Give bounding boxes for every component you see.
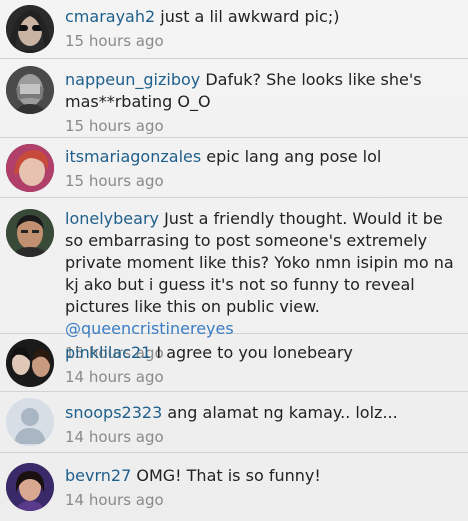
avatar[interactable]: [6, 66, 54, 114]
comments-list: cmarayah2 just a lil awkward pic;) 15 ho…: [0, 0, 468, 521]
avatar[interactable]: [6, 339, 54, 387]
comment-username[interactable]: itsmariagonzales: [65, 147, 201, 166]
comment-timestamp: 15 hours ago: [65, 172, 164, 190]
comment-item: pinklilac21 I agree to you lonebeary 14 …: [0, 334, 468, 392]
comment-timestamp: 15 hours ago: [65, 117, 164, 135]
avatar[interactable]: [6, 463, 54, 511]
avatar[interactable]: [6, 398, 54, 446]
comment-text: epic lang ang pose lol: [206, 147, 382, 166]
comment-item: cmarayah2 just a lil awkward pic;) 15 ho…: [0, 0, 468, 59]
comment-username[interactable]: lonelybeary: [65, 209, 159, 228]
comment-timestamp: 15 hours ago: [65, 32, 164, 50]
avatar[interactable]: [6, 5, 54, 53]
comment-item: itsmariagonzales epic lang ang pose lol …: [0, 138, 468, 198]
comment-username[interactable]: pinklilac21: [65, 343, 151, 362]
two-girls-avatar-icon: [6, 339, 54, 387]
comment-item: nappeun_giziboy Dafuk? She looks like sh…: [0, 59, 468, 138]
comment-timestamp: 14 hours ago: [65, 491, 164, 509]
comment-item: lonelybeary Just a friendly thought. Wou…: [0, 198, 468, 362]
comment-username[interactable]: bevrn27: [65, 466, 131, 485]
comment-username[interactable]: nappeun_giziboy: [65, 70, 200, 89]
avatar[interactable]: [6, 209, 54, 257]
man-portrait-avatar-icon: [6, 209, 54, 257]
comment-timestamp: 14 hours ago: [65, 368, 164, 386]
comment-username[interactable]: snoops2323: [65, 403, 162, 422]
comment-body: itsmariagonzales epic lang ang pose lol …: [65, 146, 458, 192]
comment-timestamp: 14 hours ago: [65, 428, 164, 446]
woman-with-sunglasses-avatar-icon: [6, 5, 54, 53]
comment-body: snoops2323 ang alamat ng kamay.. lolz...…: [65, 402, 458, 448]
default-user-avatar-icon: [6, 398, 54, 446]
comment-body: nappeun_giziboy Dafuk? She looks like sh…: [65, 69, 458, 137]
comment-item: snoops2323 ang alamat ng kamay.. lolz...…: [0, 392, 468, 453]
comment-text: just a lil awkward pic;): [160, 7, 340, 26]
girl-portrait-avatar-icon: [6, 463, 54, 511]
comment-item: bevrn27 OMG! That is so funny! 14 hours …: [0, 453, 468, 521]
avatar[interactable]: [6, 144, 54, 192]
comment-text: OMG! That is so funny!: [136, 466, 321, 485]
girl-with-red-hair-avatar-icon: [6, 144, 54, 192]
man-covering-face-avatar-icon: [6, 66, 54, 114]
comment-text: ang alamat ng kamay.. lolz...: [167, 403, 398, 422]
comment-text: I agree to you lonebeary: [156, 343, 353, 362]
comment-username[interactable]: cmarayah2: [65, 7, 155, 26]
comment-body: cmarayah2 just a lil awkward pic;) 15 ho…: [65, 6, 458, 52]
comment-body: pinklilac21 I agree to you lonebeary 14 …: [65, 342, 458, 388]
comment-body: bevrn27 OMG! That is so funny! 14 hours …: [65, 465, 458, 511]
